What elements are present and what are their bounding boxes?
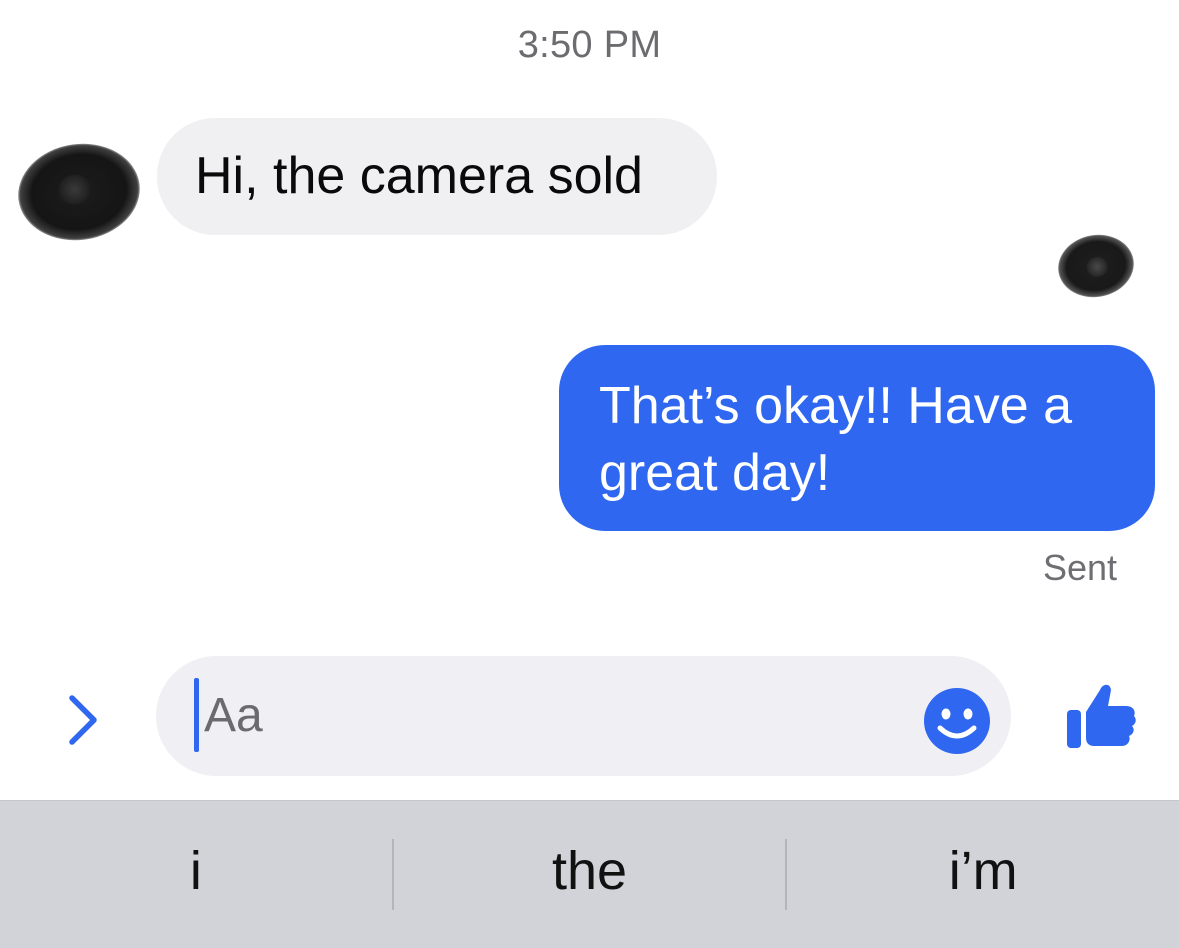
message-status: Sent <box>1042 547 1117 588</box>
expand-actions-button[interactable] <box>56 688 108 752</box>
suggestion-item[interactable]: i’m <box>787 801 1179 948</box>
thumbs-up-icon <box>1067 684 1136 748</box>
text-cursor <box>194 678 199 752</box>
chevron-right-icon <box>69 695 97 745</box>
outgoing-message-text: That’s okay!! Have a great day! <box>599 377 1073 502</box>
suggestion-item[interactable]: the <box>394 801 786 948</box>
read-receipt-avatar <box>1053 228 1139 304</box>
message-input[interactable]: Aa <box>156 656 1011 776</box>
outgoing-message-bubble[interactable]: That’s okay!! Have a great day! <box>559 345 1155 531</box>
emoji-button[interactable] <box>922 686 992 756</box>
like-button[interactable] <box>1064 678 1138 752</box>
incoming-message-text: Hi, the camera sold <box>195 147 643 205</box>
smiley-icon <box>924 688 990 754</box>
message-timestamp: 3:50 PM <box>517 24 662 66</box>
sender-avatar[interactable] <box>11 135 147 249</box>
suggestion-item[interactable]: i <box>0 801 392 948</box>
message-input-placeholder: Aa <box>204 689 263 742</box>
keyboard-suggestion-bar: i the i’m <box>0 800 1179 948</box>
incoming-message-bubble[interactable]: Hi, the camera sold <box>157 118 717 235</box>
